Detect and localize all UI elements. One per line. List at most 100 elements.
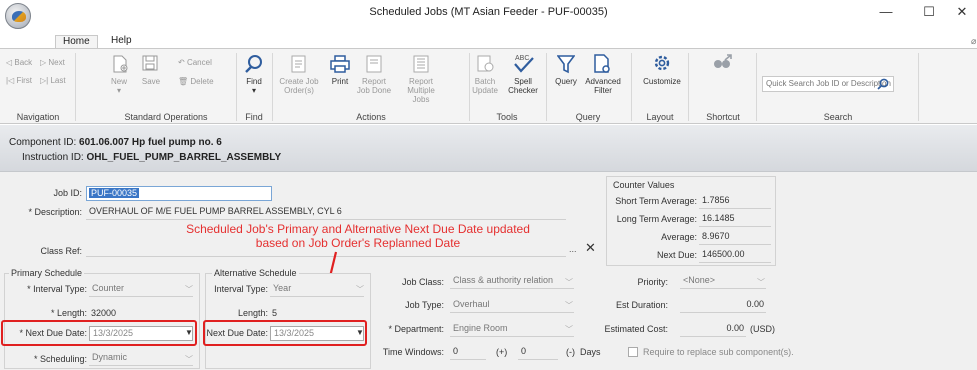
- find-magnifier-icon: [245, 55, 262, 73]
- chevron-down-icon: ﹀: [565, 325, 573, 334]
- job-id-field[interactable]: PUF-00035: [86, 186, 272, 201]
- primary-schedule-title: Primary Schedule: [9, 268, 85, 278]
- time-window-minus-sign: (-): [566, 347, 575, 357]
- report-multiple-jobs-button[interactable]: Report Multiple Jobs: [400, 77, 442, 104]
- create-job-order-button[interactable]: Create Job Order(s): [279, 77, 319, 95]
- tab-help[interactable]: Help: [104, 35, 139, 49]
- shortcut-link-icon[interactable]: [713, 54, 733, 70]
- maximize-button[interactable]: ☐: [917, 4, 941, 20]
- chevron-down-icon: ﹀: [356, 285, 364, 294]
- title-bar: Scheduled Jobs (MT Asian Feeder - PUF-00…: [0, 0, 977, 29]
- currency-label: (USD): [750, 324, 775, 334]
- job-id-value: PUF-00035: [89, 188, 140, 198]
- batch-update-button[interactable]: Batch Update: [468, 77, 502, 95]
- alt-length-label: Length:: [237, 308, 268, 318]
- minimize-button[interactable]: —: [874, 4, 898, 20]
- query-button[interactable]: Query: [552, 77, 580, 86]
- short-term-average-value: 1.7856: [699, 194, 771, 209]
- require-replace-label: Require to replace sub component(s).: [643, 347, 794, 357]
- alt-next-due-highlight: [203, 320, 367, 346]
- primary-scheduling-select[interactable]: Dynamic: [89, 351, 193, 366]
- advanced-filter-icon: [594, 54, 610, 73]
- est-duration-field[interactable]: 0.00: [680, 298, 766, 313]
- alt-length-value[interactable]: 5: [272, 308, 277, 318]
- group-navigation-label: Navigation: [16, 112, 60, 122]
- require-replace-checkbox[interactable]: [628, 347, 638, 357]
- query-filter-icon: [557, 55, 575, 74]
- first-button[interactable]: |◁ First: [6, 76, 32, 85]
- report-job-done-button[interactable]: Report Job Done: [355, 77, 393, 95]
- time-window-minus-field[interactable]: 0: [450, 345, 486, 360]
- long-term-average-value: 16.1485: [699, 212, 771, 227]
- time-window-plus-field[interactable]: 0: [518, 345, 558, 360]
- component-id-line: Component ID: 601.06.007 Hp fuel pump no…: [9, 137, 222, 148]
- class-ref-clear-icon[interactable]: ✕: [585, 240, 596, 256]
- alt-interval-type-label: Interval Type:: [214, 284, 268, 294]
- primary-length-value[interactable]: 32000: [91, 308, 116, 318]
- job-type-select[interactable]: Overhaul: [450, 298, 574, 313]
- cancel-button[interactable]: ↶ Cancel: [178, 58, 212, 67]
- time-windows-label: Time Windows:: [382, 347, 444, 357]
- ribbon-separator: [756, 53, 757, 121]
- print-button[interactable]: Print: [326, 77, 354, 86]
- instruction-id-line: Instruction ID: OHL_FUEL_PUMP_BARREL_ASS…: [22, 152, 282, 163]
- job-id-label: Job ID:: [53, 188, 82, 198]
- customize-gear-icon: [654, 55, 670, 71]
- department-label: * Department:: [388, 324, 444, 334]
- job-class-label: Job Class:: [401, 277, 444, 287]
- svg-text:ABC: ABC: [515, 55, 529, 62]
- scheduled-job-form: Job ID: PUF-00035 * Description: OVERHAU…: [0, 172, 977, 370]
- primary-scheduling-label: * Scheduling:: [33, 354, 87, 364]
- class-ref-label: Class Ref:: [40, 246, 82, 256]
- estimated-cost-field[interactable]: 0.00: [680, 322, 746, 337]
- primary-next-due-highlight: [1, 320, 197, 346]
- description-label: * Description:: [28, 207, 82, 217]
- average-label: Average:: [661, 232, 697, 242]
- group-shortcut-label: Shortcut: [706, 112, 740, 122]
- department-select[interactable]: Engine Room: [450, 322, 574, 337]
- save-icon: [142, 55, 158, 71]
- create-job-order-icon: [291, 55, 306, 73]
- spell-checker-icon: ABC: [514, 55, 534, 73]
- new-button[interactable]: New ▾: [104, 77, 134, 95]
- back-button[interactable]: ◁ Back: [6, 58, 32, 67]
- chevron-down-icon: ﹀: [185, 355, 193, 364]
- alt-interval-type-select[interactable]: Year: [270, 282, 364, 297]
- close-button[interactable]: ✕: [950, 4, 974, 20]
- tab-home[interactable]: Home: [55, 35, 98, 49]
- primary-interval-type-select[interactable]: Counter: [89, 282, 193, 297]
- customize-button[interactable]: Customize: [637, 77, 687, 86]
- class-ref-browse-button[interactable]: ...: [569, 244, 577, 254]
- group-find-label: Find: [245, 112, 263, 122]
- advanced-filter-button[interactable]: Advanced Filter: [582, 77, 624, 95]
- next-button[interactable]: ▷ Next: [40, 58, 65, 67]
- last-button[interactable]: ▷| Last: [40, 76, 66, 85]
- primary-interval-type-label: * Interval Type:: [27, 284, 87, 294]
- instruction-id-value: OHL_FUEL_PUMP_BARREL_ASSEMBLY: [86, 152, 282, 163]
- quick-search-input[interactable]: Quick Search Job ID or Description: [762, 76, 894, 92]
- job-class-select[interactable]: Class & authority relation: [450, 274, 574, 289]
- spell-checker-button[interactable]: Spell Checker: [505, 77, 541, 95]
- find-button[interactable]: Find ▾: [240, 77, 268, 95]
- group-actions-label: Actions: [356, 112, 386, 122]
- group-tools-label: Tools: [496, 112, 518, 122]
- ribbon-collapse-icon[interactable]: ⌀: [971, 36, 976, 47]
- delete-button[interactable]: 🗑 Delete: [178, 77, 214, 86]
- new-document-icon: [113, 55, 128, 73]
- record-header: Component ID: 601.06.007 Hp fuel pump no…: [0, 125, 977, 172]
- priority-select[interactable]: <None>: [680, 274, 766, 289]
- next-due-counter-label: Next Due:: [656, 250, 697, 260]
- short-term-average-label: Short Term Average:: [615, 196, 697, 206]
- average-value: 8.9670: [699, 230, 771, 245]
- description-field[interactable]: OVERHAUL OF M/E FUEL PUMP BARREL ASSEMBL…: [86, 205, 566, 220]
- search-icon[interactable]: [877, 78, 889, 90]
- print-icon: [330, 55, 350, 73]
- priority-label: Priority:: [637, 277, 668, 287]
- ribbon-separator: [272, 53, 273, 121]
- ribbon-separator: [918, 53, 919, 121]
- ribbon-separator: [688, 53, 689, 121]
- report-job-done-icon: [366, 55, 382, 73]
- ribbon-separator: [75, 53, 76, 121]
- save-button[interactable]: Save: [137, 77, 165, 86]
- counter-values-panel: Counter Values Short Term Average: 1.785…: [606, 176, 776, 266]
